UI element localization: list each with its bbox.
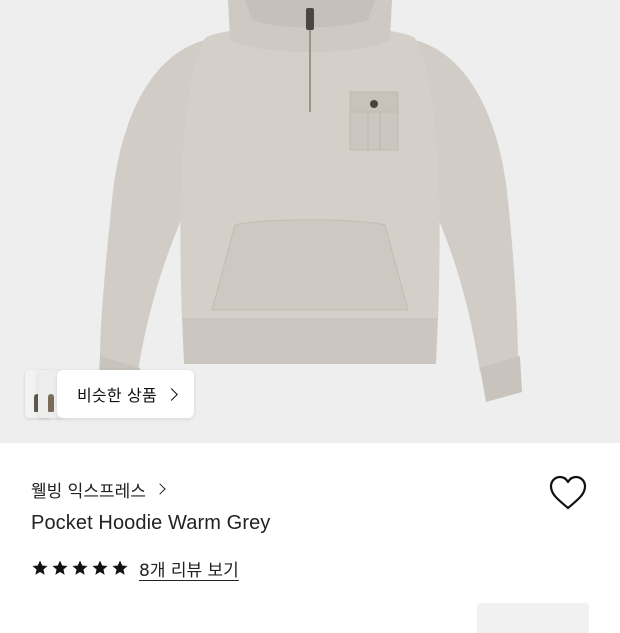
review-link[interactable]: 8개 리뷰 보기 [139, 556, 239, 581]
star-rating [31, 559, 129, 577]
similar-items-button[interactable]: 비슷한 상품 [57, 370, 194, 418]
brand-link[interactable]: 웰빙 익스프레스 [31, 476, 166, 502]
action-button-partial[interactable] [477, 603, 589, 633]
similar-items-chip[interactable]: 비슷한 상품 [25, 370, 194, 418]
star-icon [72, 560, 88, 575]
star-icon [52, 560, 68, 575]
chevron-right-icon [154, 483, 166, 495]
brand-name: 웰빙 익스프레스 [31, 481, 146, 502]
similar-items-label: 비슷한 상품 [77, 386, 157, 405]
rating-row: 8개 리뷰 보기 [31, 553, 239, 583]
wishlist-button[interactable] [548, 474, 588, 512]
chevron-right-icon [165, 387, 178, 401]
heart-icon [549, 475, 587, 510]
product-title: Pocket Hoodie Warm Grey [31, 512, 271, 534]
star-icon [112, 560, 128, 575]
star-icon [92, 560, 108, 575]
star-icon [32, 560, 48, 575]
